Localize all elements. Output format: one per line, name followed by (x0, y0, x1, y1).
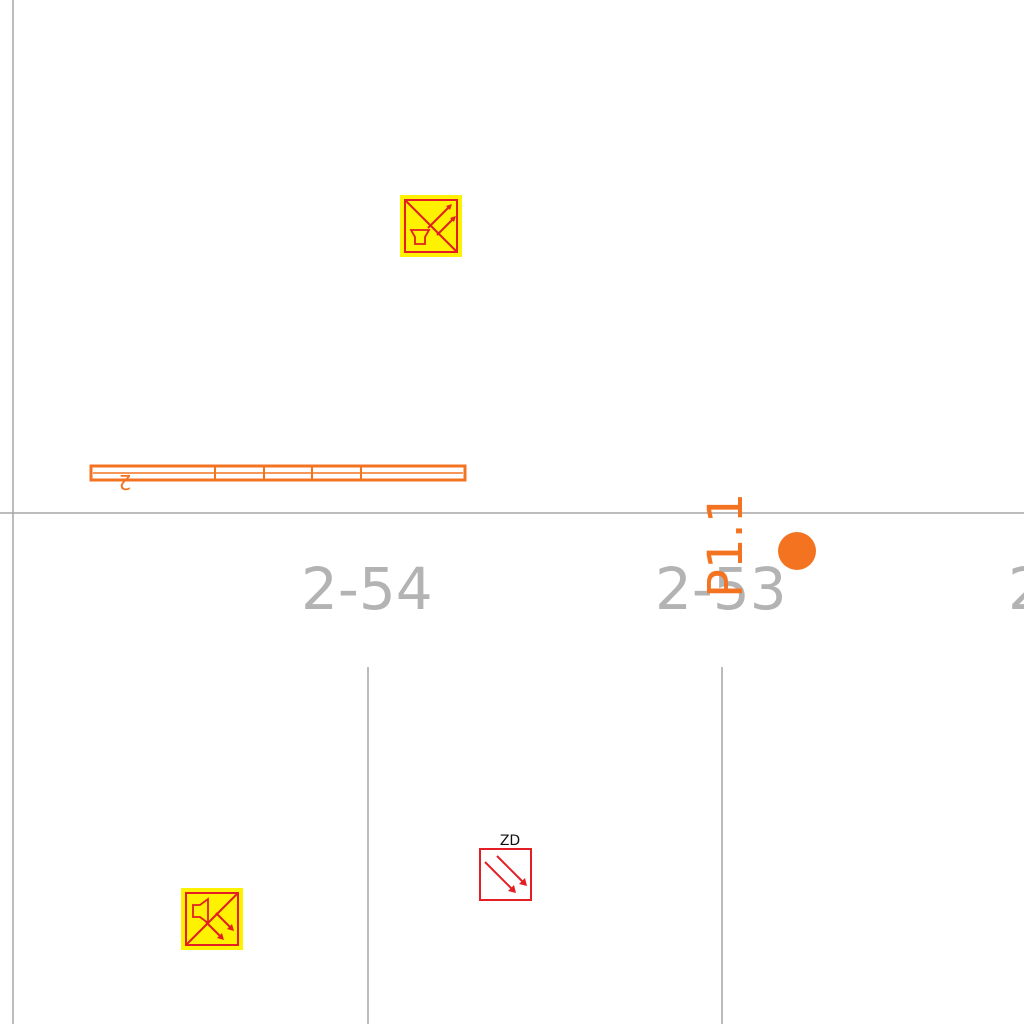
zone-damper-icon[interactable] (479, 848, 532, 901)
room-label-2-54: 2-54 (301, 555, 433, 623)
cable-tray[interactable] (89, 464, 467, 482)
room-label-partial: 2 (1008, 555, 1024, 623)
cable-tray-label: 2 (119, 470, 132, 494)
smoke-extraction-icon[interactable] (400, 195, 462, 257)
device-marker-dot[interactable] (778, 532, 816, 570)
floor-plan: 2-54 2-53 2 2 P1.1 (0, 0, 1024, 1024)
smoke-damper-speaker-icon[interactable] (181, 888, 243, 950)
device-tag: P1.1 (698, 493, 754, 598)
zone-damper-label: ZD (500, 833, 520, 849)
